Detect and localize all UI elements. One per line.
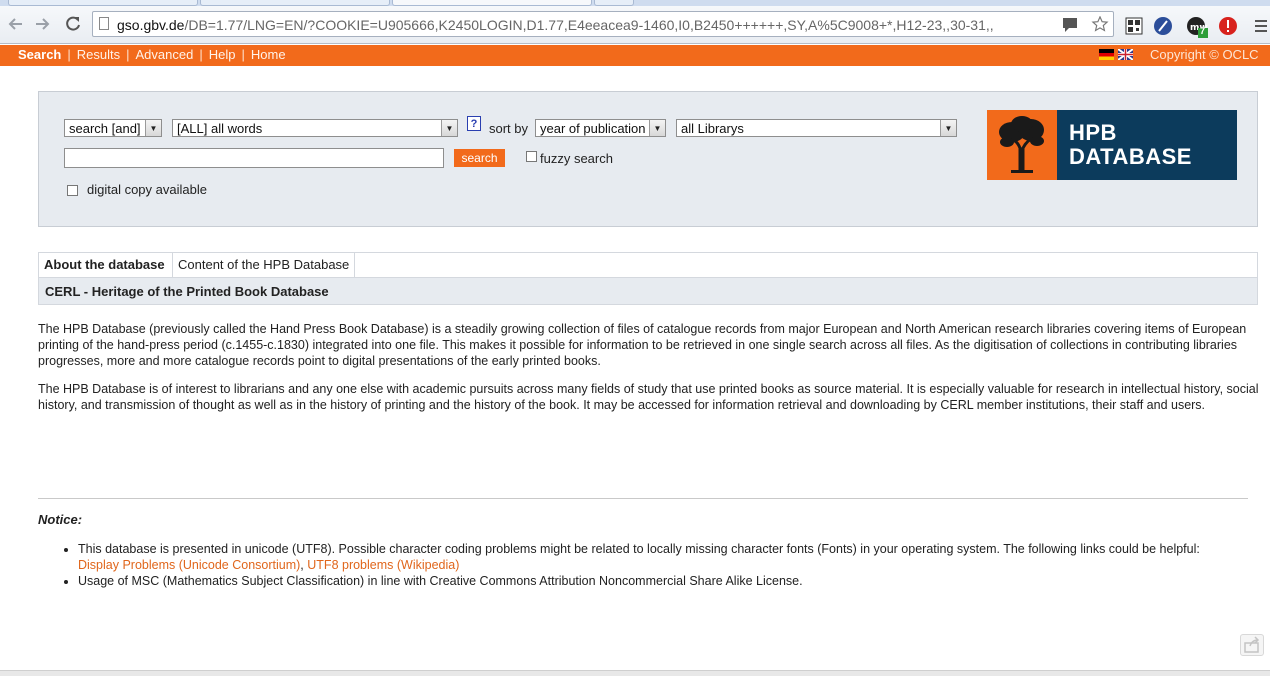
chevron-down-icon: ▼ [145,120,161,136]
operator-select[interactable]: search [and] ▼ [64,119,162,137]
divider [38,498,1248,499]
nav-help[interactable]: Help [209,47,236,62]
operator-select-value: search [and] [69,121,141,136]
fuzzy-search-label: fuzzy search [540,151,613,166]
logo-line1: HPB [1069,120,1117,145]
help-question-icon[interactable]: ? [467,116,481,131]
notice-list: This database is presented in unicode (U… [58,541,1270,589]
alert-extension-icon[interactable] [1218,16,1238,36]
page-icon [99,17,109,30]
address-bar[interactable]: gso.gbv.de/DB=1.77/LNG=EN/?COOKIE=U90566… [92,11,1114,37]
browser-menu-icon[interactable] [1255,20,1267,32]
notice-unicode-text: This database is presented in unicode (U… [78,542,1200,556]
library-select[interactable]: all Librarys ▼ [676,119,957,137]
url-path: /DB=1.77/LNG=EN/?COOKIE=U905666,K2450LOG… [184,17,994,33]
library-select-value: all Librarys [681,121,744,136]
field-select-value: [ALL] all words [177,121,263,136]
hpb-logo: HPB DATABASE [987,110,1237,180]
address-url: gso.gbv.de/DB=1.77/LNG=EN/?COOKIE=U90566… [117,17,1067,33]
utf8-problems-link[interactable]: UTF8 problems (Wikipedia) [307,558,459,572]
search-button[interactable]: search [454,149,505,167]
nav-advanced[interactable]: Advanced [136,47,194,62]
content-tabs: About the database Content of the HPB Da… [38,252,1258,278]
section-title: CERL - Heritage of the Printed Book Data… [38,278,1258,305]
notice-item-unicode: This database is presented in unicode (U… [78,541,1270,573]
status-bar [0,670,1270,676]
german-flag-icon[interactable] [1099,49,1114,60]
tab-content-hpb[interactable]: Content of the HPB Database [173,253,355,277]
share-arrow-graphic [1244,636,1260,653]
reload-icon [66,16,80,31]
back-arrow-icon [8,18,22,30]
tree-graphic [999,116,1044,173]
tree-logo-icon [987,110,1057,180]
back-button[interactable] [4,13,26,35]
chevron-down-icon: ▼ [940,120,956,136]
site-nav-bar: Search | Results | Advanced | Help | Home Copyri… [0,45,1270,66]
digital-copy-checkbox[interactable] [67,185,78,196]
mw-extension-icon[interactable]: mw 7 [1186,16,1208,38]
notice-item-msc: Usage of MSC (Mathematics Subject Classi… [78,573,1270,589]
speech-bubble-icon[interactable] [1061,16,1079,32]
field-select[interactable]: [ALL] all words ▼ [172,119,458,137]
chevron-down-icon: ▼ [441,120,457,136]
reload-button[interactable] [62,13,84,35]
nav-separator: | [241,47,245,62]
digital-copy-label: digital copy available [87,182,207,197]
site-nav-links: Search | Results | Advanced | Help | Home [18,47,286,62]
forward-arrow-icon [36,18,50,30]
nav-results[interactable]: Results [77,47,120,62]
display-problems-link[interactable]: Display Problems (Unicode Consortium) [78,558,300,572]
sort-select[interactable]: year of publication ▼ [535,119,666,137]
fuzzy-search-checkbox[interactable] [526,151,537,162]
nav-separator: | [199,47,203,62]
nav-separator: | [67,47,71,62]
extension-badge-count: 7 [1200,26,1206,36]
share-icon[interactable] [1240,634,1264,656]
intro-paragraph: The HPB Database (previously called the … [38,322,1247,368]
qr-code-icon[interactable] [1124,16,1144,36]
language-flags [1099,49,1133,60]
link-comma: , [300,558,304,572]
search-input[interactable] [64,148,444,168]
audience-paragraph: The HPB Database is of interest to libra… [38,382,1259,412]
logo-line2: DATABASE [1069,144,1192,169]
notice-title: Notice: [38,512,83,527]
uk-flag-icon[interactable] [1118,49,1133,60]
sort-by-label: sort by [489,121,529,136]
bookmark-star-icon[interactable] [1091,16,1109,32]
nav-home[interactable]: Home [251,47,286,62]
tab-about-database[interactable]: About the database [39,253,173,277]
nav-search[interactable]: Search [18,47,61,62]
copyright-text: Copyright © OCLC [1150,47,1259,62]
forward-button[interactable] [32,13,54,35]
notice-msc-text: Usage of MSC (Mathematics Subject Classi… [78,574,803,588]
extension-slash-icon[interactable] [1153,16,1173,36]
chevron-down-icon: ▼ [649,120,665,136]
nav-separator: | [126,47,130,62]
url-host: gso.gbv.de [117,17,185,33]
sort-select-value: year of publication [540,121,646,136]
browser-toolbar: gso.gbv.de/DB=1.77/LNG=EN/?COOKIE=U90566… [0,6,1270,44]
